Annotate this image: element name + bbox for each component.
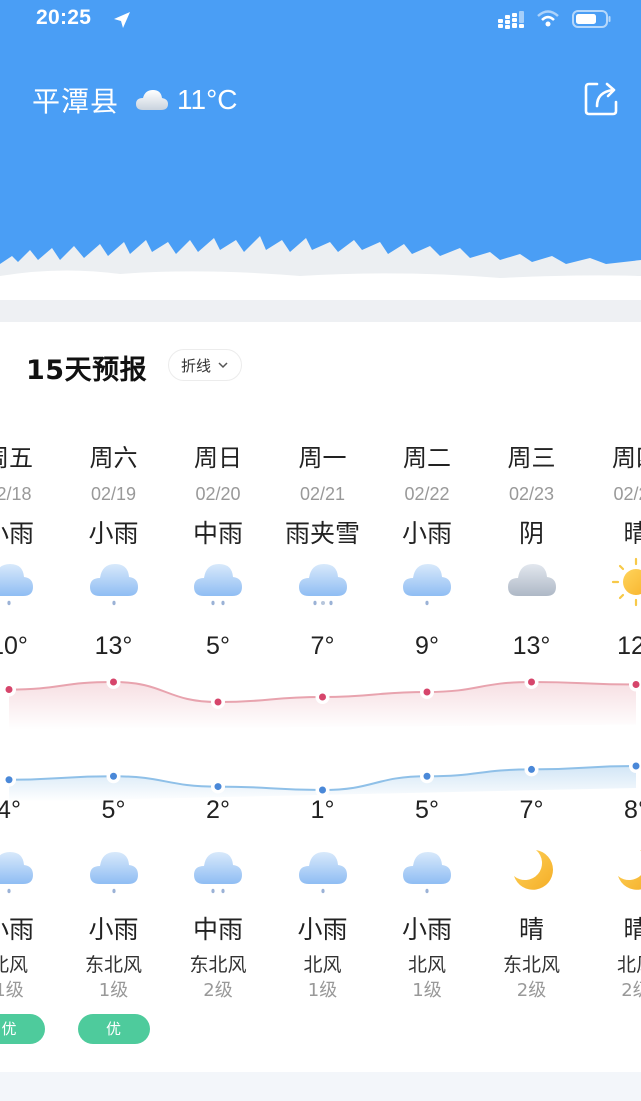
night-condition: 中雨	[192, 915, 243, 944]
date: 02/21	[299, 484, 346, 504]
night-condition: 小雨	[88, 915, 139, 944]
high-temp-label: 5°	[206, 632, 230, 660]
high-temp-point	[214, 698, 222, 706]
date: 02/24	[613, 484, 641, 504]
sleet-icon	[297, 556, 349, 608]
wind-direction: 北风	[303, 954, 342, 976]
cellular-signal-icon	[498, 11, 524, 29]
date: 02/19	[90, 484, 137, 504]
wind-direction: 东北风	[502, 954, 560, 976]
wind-level: 1级	[0, 980, 24, 1001]
high-temp-point	[110, 678, 117, 686]
day-of-week: 周四	[612, 444, 641, 472]
low-temp-point	[528, 765, 535, 773]
location-row: 平潭县 11°C	[32, 78, 238, 122]
wind-direction: 北风	[616, 954, 641, 976]
aqi-badge[interactable]: 优	[0, 1014, 45, 1044]
next-section-edge	[0, 1072, 641, 1101]
light-rain-icon	[88, 556, 140, 608]
cloud-icon	[136, 90, 169, 110]
high-temp-area	[9, 682, 636, 730]
night-condition: 小雨	[0, 915, 34, 944]
aqi-badge[interactable]: 优	[77, 1014, 150, 1044]
city-name[interactable]: 平潭县	[32, 80, 119, 120]
high-temp-label: 9°	[415, 632, 439, 660]
wind-level: 1级	[412, 980, 442, 1001]
location-arrow-icon	[114, 12, 130, 28]
wind-direction: 北风	[0, 954, 28, 976]
light-rain-icon	[88, 844, 140, 896]
day-condition: 小雨	[88, 519, 139, 548]
day-of-week: 周二	[403, 444, 451, 472]
wind-level: 2级	[621, 980, 641, 1001]
snow-edge-decoration	[0, 236, 641, 300]
night-condition: 小雨	[297, 915, 348, 944]
day-condition: 小雨	[0, 519, 34, 548]
high-temp-label: 10°	[0, 632, 28, 660]
section-divider	[0, 300, 641, 322]
header: 20:25 平潭县 11°C	[0, 0, 641, 300]
wind-level: 2级	[516, 980, 547, 1001]
date: 02/23	[508, 484, 555, 504]
wind-direction: 东北风	[189, 954, 247, 976]
light-rain-icon	[401, 556, 453, 608]
night-condition: 晴	[518, 915, 544, 944]
light-rain-icon	[401, 844, 453, 896]
day-of-week: 周日	[194, 444, 242, 472]
day-condition: 晴	[623, 519, 641, 548]
light-rain-icon	[0, 844, 35, 896]
date: 02/20	[195, 484, 241, 504]
wind-level: 1级	[307, 980, 338, 1001]
moderate-rain-icon	[192, 556, 244, 608]
status-bar: 20:25	[0, 0, 641, 42]
temperature-chart	[2, 675, 641, 802]
day-of-week: 周一	[298, 444, 347, 472]
share-icon[interactable]	[583, 80, 619, 116]
day-condition: 小雨	[401, 519, 452, 548]
high-temp-point	[319, 693, 326, 701]
light-rain-icon	[297, 844, 349, 896]
battery-icon	[572, 10, 611, 28]
low-temp-point	[110, 772, 117, 780]
high-temp-label: 12°	[617, 632, 641, 660]
moon-icon	[610, 844, 641, 896]
overcast-icon	[506, 556, 558, 608]
low-temp-point	[319, 786, 326, 794]
night-condition: 晴	[623, 915, 641, 944]
current-temperature: 11°C	[177, 84, 238, 115]
night-condition: 小雨	[401, 915, 452, 944]
high-temp-point	[5, 686, 13, 693]
low-temp-point	[5, 776, 13, 784]
high-temp-point	[632, 681, 640, 688]
wind-direction: 北风	[407, 954, 446, 976]
day-condition: 雨夹雪	[284, 519, 360, 548]
high-temp-label: 13°	[512, 632, 551, 660]
low-temp-point	[214, 783, 222, 791]
high-temp-label: 7°	[310, 632, 335, 660]
day-of-week: 周三	[507, 444, 556, 472]
moderate-rain-icon	[192, 844, 244, 896]
sun-icon	[610, 556, 641, 608]
date: 02/18	[0, 484, 32, 504]
high-temp-label: 13°	[94, 632, 133, 660]
date: 02/22	[404, 484, 450, 504]
low-temp-point	[423, 772, 431, 780]
day-condition: 阴	[518, 519, 544, 548]
wind-level: 1级	[98, 980, 129, 1001]
forecast-card: 15天预报 折线 周五02/18小雨10°4°小雨北风1级优周六02/19小雨1…	[0, 322, 641, 1072]
high-temp-point	[423, 688, 431, 696]
day-of-week: 周六	[89, 444, 138, 472]
low-temp-point	[632, 762, 640, 770]
wind-direction: 东北风	[84, 954, 142, 976]
moon-icon	[506, 844, 558, 896]
day-of-week: 周五	[0, 444, 33, 472]
wifi-icon	[537, 10, 559, 27]
status-time: 20:25	[36, 6, 92, 29]
wind-level: 2级	[203, 980, 233, 1001]
light-rain-icon	[0, 556, 35, 608]
high-temp-point	[528, 678, 535, 686]
day-condition: 中雨	[192, 519, 243, 548]
